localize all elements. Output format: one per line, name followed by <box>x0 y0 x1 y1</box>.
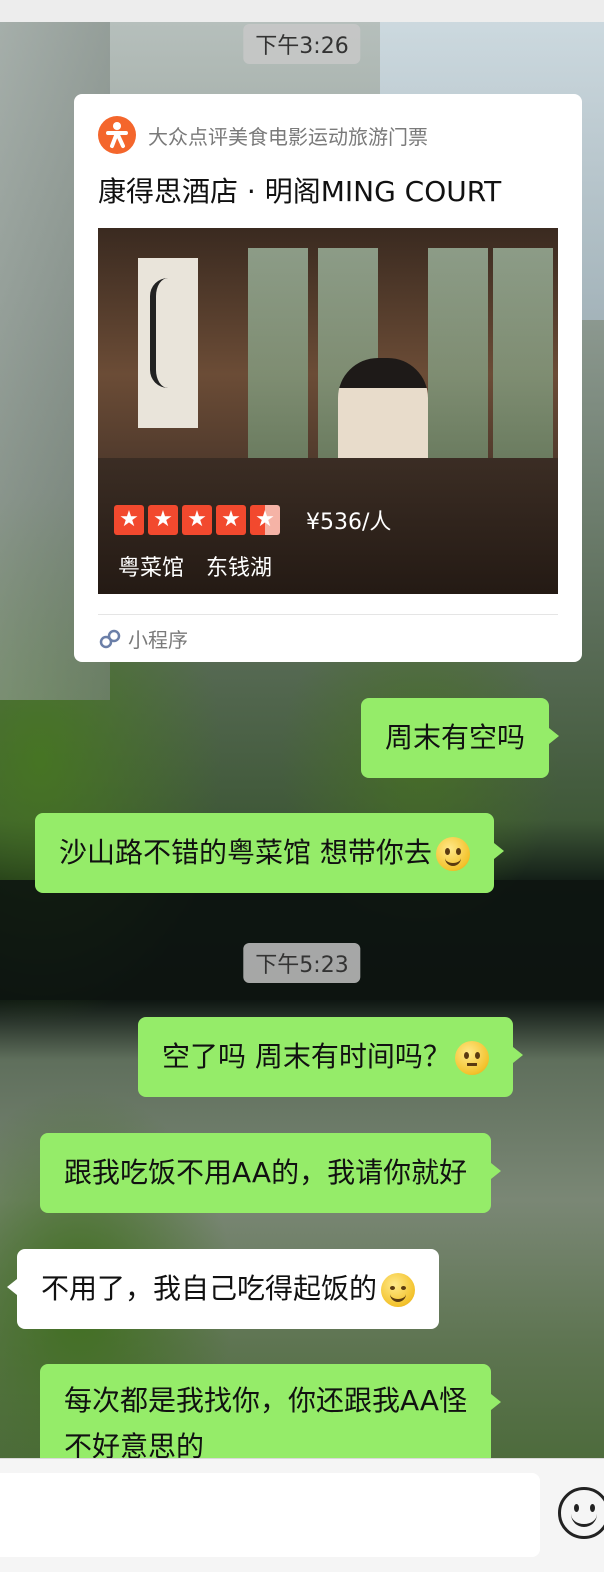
mini-program-label: 小程序 <box>128 628 188 652</box>
star-icon: ★ <box>216 505 246 535</box>
tag-location: 东钱湖 <box>206 556 273 581</box>
timestamp: 下午3:26 <box>243 24 361 64</box>
message-text: 空了吗 周末有时间吗？ <box>162 1040 451 1073</box>
message-bubble[interactable]: 周末有空吗 <box>361 698 560 778</box>
card-source-name: 大众点评美食电影运动旅游门票 <box>148 124 428 149</box>
half-star-icon: ★ <box>250 505 280 535</box>
mini-program-footer: 小程序 <box>98 624 188 653</box>
message-bubble[interactable]: 空了吗 周末有时间吗？ <box>138 1017 523 1097</box>
restaurant-tags: 粤菜馆 东钱湖 <box>118 550 272 582</box>
price-per-person: ¥536/人 <box>306 510 392 535</box>
star-icon: ★ <box>114 505 144 535</box>
top-edge <box>0 0 604 22</box>
grin-emoji-icon <box>435 837 470 871</box>
restaurant-photo: ★ ★ ★ ★ ★ ¥536/人 粤菜馆 东钱湖 <box>98 228 558 594</box>
smile-emoji-icon <box>381 1273 416 1307</box>
dianping-logo-icon <box>98 116 136 154</box>
message-text: 沙山路不错的粤菜馆 想带你去 <box>59 836 432 869</box>
message-input[interactable] <box>0 1473 540 1557</box>
smiley-face-icon[interactable] <box>558 1487 604 1539</box>
message-bubble[interactable]: 沙山路不错的粤菜馆 想带你去 <box>35 813 504 893</box>
message-text: 不用了，我自己吃得起饭的 <box>41 1272 378 1305</box>
tag-cuisine: 粤菜馆 <box>118 556 185 581</box>
star-icon: ★ <box>182 505 212 535</box>
rating-row: ★ ★ ★ ★ ★ ¥536/人 <box>114 504 391 536</box>
mini-program-icon <box>99 629 121 648</box>
card-divider <box>98 614 558 615</box>
timestamp: 下午5:23 <box>243 943 361 983</box>
star-icon: ★ <box>148 505 178 535</box>
message-text-line: 每次都是我找你，你还跟我AA怪 <box>64 1384 468 1417</box>
message-text: 跟我吃饭不用AA的，我请你就好 <box>64 1156 468 1189</box>
message-bubble[interactable]: 跟我吃饭不用AA的，我请你就好 <box>40 1133 502 1213</box>
chat-input-bar <box>0 1458 604 1572</box>
message-bubble-incoming[interactable]: 不用了，我自己吃得起饭的 <box>6 1249 440 1329</box>
message-text: 周末有空吗 <box>385 721 526 754</box>
card-source: 大众点评美食电影运动旅游门票 <box>98 116 428 154</box>
dizzy-emoji-icon <box>454 1041 489 1075</box>
mini-program-card[interactable]: 大众点评美食电影运动旅游门票 康得思酒店 · 明阁MING COURT ★ ★ … <box>74 94 582 662</box>
card-title: 康得思酒店 · 明阁MING COURT <box>98 175 502 208</box>
